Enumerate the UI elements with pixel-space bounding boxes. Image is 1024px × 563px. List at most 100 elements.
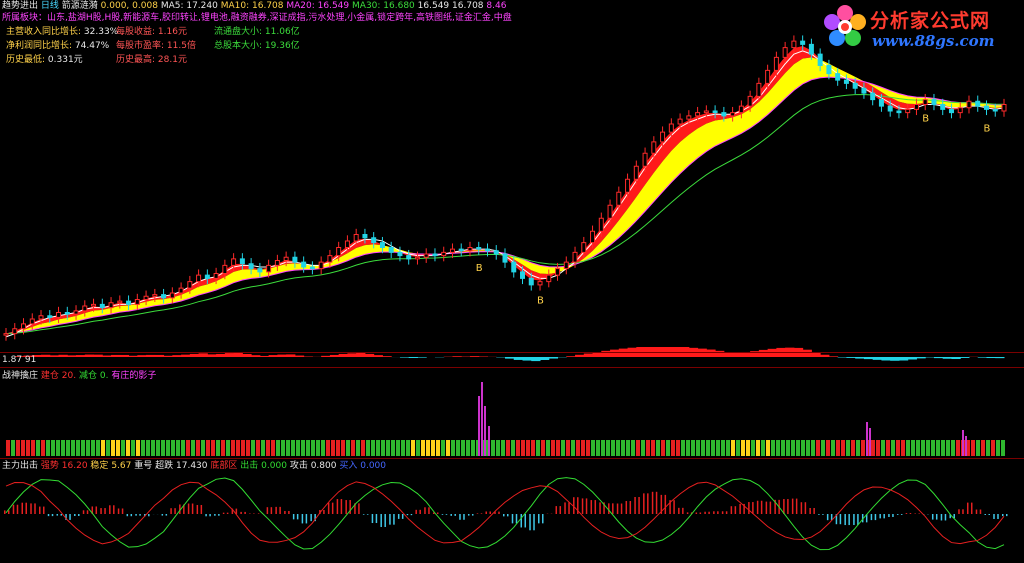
- signal-strip-cell: [901, 440, 905, 456]
- signal-strip-cell: [511, 440, 515, 456]
- oscillator-bar: [610, 349, 620, 357]
- signal-strip-cell: [176, 440, 180, 456]
- buy-marker: B: [476, 263, 483, 274]
- candle-body: [625, 178, 631, 193]
- momentum-bar: [713, 511, 715, 514]
- candle-body: [957, 107, 963, 114]
- oscillator-bar: [566, 356, 576, 357]
- momentum-bar: [765, 501, 768, 514]
- signal-strip-cell: [996, 440, 1000, 456]
- extra-value-1: 16.549: [417, 1, 450, 11]
- candle-body: [695, 112, 701, 117]
- ma20-value: MA20: 16.549: [286, 1, 350, 11]
- signal-strip-cell: [536, 440, 540, 456]
- momentum-bar: [43, 506, 45, 514]
- signal-strip-cell: [951, 440, 955, 456]
- oscillator-bar: [942, 357, 952, 359]
- oscillator-bar: [321, 355, 331, 357]
- signal-strip-cell: [921, 440, 925, 456]
- candle-body: [467, 247, 473, 252]
- signal-strip-cell: [341, 440, 345, 456]
- signal-strip-cell: [531, 440, 535, 456]
- signal-strip-cell: [146, 440, 150, 456]
- momentum-bar: [415, 509, 417, 514]
- candle-body: [913, 104, 919, 110]
- signal-strip-cell: [396, 440, 400, 456]
- buy-marker: B: [537, 296, 544, 307]
- momentum-bar: [511, 514, 514, 524]
- signal-strip-cell: [191, 440, 195, 456]
- momentum-bar: [958, 509, 960, 514]
- candle-body: [406, 255, 412, 260]
- momentum-bar: [874, 514, 877, 521]
- oscillator-bar: [890, 357, 900, 361]
- ma5-value: MA5: 17.240: [160, 1, 218, 11]
- signal-strip-cell: [631, 440, 635, 456]
- oscillator-bar: [986, 357, 996, 359]
- signal-strip-cell: [186, 440, 190, 456]
- momentum-bar: [756, 500, 759, 514]
- momentum-bar: [104, 508, 106, 514]
- momentum-bar: [323, 509, 325, 514]
- oscillator-bar: [540, 357, 550, 361]
- candle-body: [134, 299, 140, 305]
- panel-separator: [0, 352, 1024, 353]
- panel2-header: 战神擒庄 建仓 20. 减仓 0. 有庄的影子: [2, 371, 157, 381]
- signal-strip-cell: [181, 440, 185, 456]
- signal-strip-cell: [546, 440, 550, 456]
- candle-body: [896, 110, 902, 114]
- site-logo: 分析家公式网 www.88gs.com: [820, 2, 1020, 56]
- signal-strip-cell: [551, 440, 555, 456]
- momentum-bar: [555, 506, 558, 514]
- signal-strip-cell: [301, 440, 305, 456]
- candle-body: [257, 268, 263, 273]
- logo-url[interactable]: www.88gs.com: [872, 32, 995, 50]
- signal-strip-cell: [346, 440, 350, 456]
- candle-body: [476, 247, 482, 250]
- momentum-bar: [187, 503, 190, 514]
- momentum-bar: [170, 508, 172, 514]
- momentum-bar: [730, 506, 733, 514]
- candle-body: [791, 40, 797, 49]
- buy-marker: B: [983, 123, 990, 134]
- signal-strip-cell: [946, 440, 950, 456]
- signal-strip-cell: [266, 440, 270, 456]
- signal-strip-cell: [876, 440, 880, 456]
- momentum-bar: [853, 514, 855, 526]
- momentum-bar: [892, 514, 894, 518]
- oscillator-bar: [960, 357, 970, 358]
- signal-strip-cell: [716, 440, 720, 456]
- signal-strip-cell: [526, 440, 530, 456]
- candle-body: [397, 251, 403, 257]
- candle-body: [239, 258, 245, 265]
- signal-strip-cell: [831, 440, 835, 456]
- momentum-bar: [748, 502, 750, 514]
- momentum-bar: [979, 509, 982, 514]
- oscillator-bar: [382, 356, 392, 357]
- momentum-bar: [809, 508, 811, 514]
- signal-strip-cell: [406, 440, 410, 456]
- period-label[interactable]: 日线: [41, 1, 59, 11]
- momentum-bar: [997, 514, 999, 519]
- momentum-bar: [218, 514, 220, 516]
- momentum-bar: [966, 502, 969, 514]
- candle-body: [432, 253, 438, 257]
- momentum-bar: [47, 514, 50, 517]
- oscillator-bar: [951, 357, 961, 360]
- candle-body: [511, 261, 517, 273]
- candle-body: [572, 251, 578, 263]
- signal-strip-cell: [751, 440, 755, 456]
- candle-body: [222, 264, 228, 274]
- momentum-bar: [503, 514, 505, 517]
- candle-body: [423, 253, 429, 258]
- signal-strip-cell: [306, 440, 310, 456]
- candle-body: [301, 261, 307, 268]
- signal-strip-cell: [541, 440, 545, 456]
- signal-strip-cell: [281, 440, 285, 456]
- flower-logo-icon: [824, 5, 866, 46]
- oscillator-bar: [575, 354, 585, 357]
- signal-strip-cell: [916, 440, 920, 456]
- momentum-bar: [629, 501, 632, 514]
- signal-strip-cell: [661, 440, 665, 456]
- signal-strip-cell: [221, 440, 225, 456]
